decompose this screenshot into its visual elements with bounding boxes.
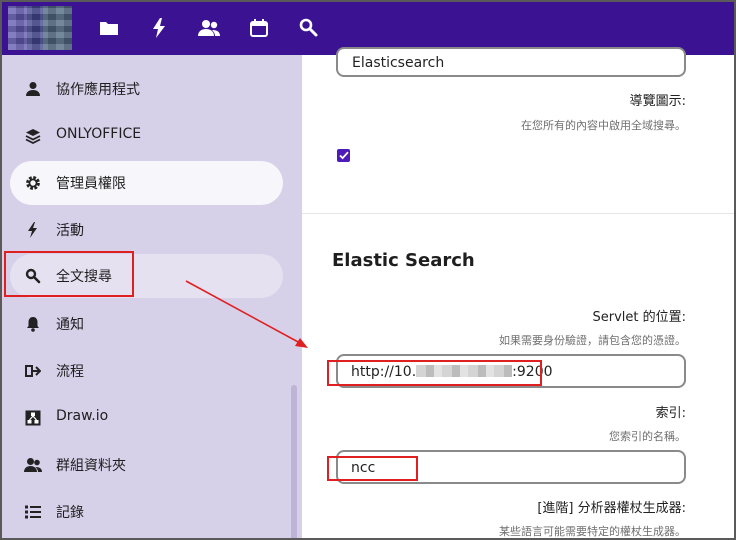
servlet-hint: 如果需要身份驗證，請包含您的憑證。 <box>499 334 686 347</box>
sidebar-item-label: 記錄 <box>56 505 84 521</box>
checkmark-icon <box>338 151 349 160</box>
sidebar-item-label: 群組資料夾 <box>56 458 126 474</box>
sidebar-scrollbar[interactable] <box>291 385 297 538</box>
sidebar-item-logging[interactable]: 記錄 <box>10 490 283 534</box>
sidebar-item-flow[interactable]: 流程 <box>10 349 283 393</box>
files-icon[interactable] <box>97 16 121 40</box>
sidebar-item-label: 流程 <box>56 364 84 380</box>
group-icon <box>24 456 42 474</box>
bell-icon <box>24 315 42 333</box>
sidebar-item-admin-privileges[interactable]: 管理員權限 <box>10 161 283 205</box>
sidebar-item-activity[interactable]: 活動 <box>10 208 283 252</box>
sidebar-item-label: 協作應用程式 <box>56 82 140 98</box>
gear-icon <box>24 174 42 192</box>
navigation-icon-checkbox[interactable] <box>337 149 350 162</box>
logo[interactable] <box>8 6 72 50</box>
sidebar-item-collaborative-apps[interactable]: 協作應用程式 <box>10 67 283 111</box>
layers-icon <box>24 127 42 145</box>
sidebar-item-notifications[interactable]: 通知 <box>10 302 283 346</box>
sidebar-item-label: ONLYOFFICE <box>56 126 142 142</box>
contacts-icon[interactable] <box>197 16 221 40</box>
settings-sidebar: 協作應用程式 ONLYOFFICE 管理員權限 活動 全文搜尋 通知 流程 Dr… <box>2 55 302 538</box>
sidebar-item-label: Draw.io <box>56 408 109 424</box>
sidebar-item-label: 活動 <box>56 223 84 239</box>
index-label: 索引: <box>655 406 686 421</box>
navigation-icon-hint: 在您所有的內容中啟用全域搜尋。 <box>521 119 686 132</box>
sidebar-item-label: 管理員權限 <box>56 176 126 192</box>
search-platform-select[interactable]: Elasticsearch <box>336 47 686 77</box>
section-title: Elastic Search <box>332 250 475 271</box>
sidebar-item-drawio[interactable]: Draw.io <box>10 396 283 440</box>
flow-icon <box>24 362 42 380</box>
user-icon <box>24 80 42 98</box>
calendar-icon[interactable] <box>247 16 271 40</box>
search-platform-value: Elasticsearch <box>352 55 445 71</box>
sidebar-item-label: 通知 <box>56 317 84 333</box>
sidebar-item-group-folders[interactable]: 群組資料夾 <box>10 443 283 487</box>
navigation-icon-label: 導覽圖示: <box>629 94 686 109</box>
analyzer-tokenizer-hint: 某些語言可能需要特定的權杖生成器。 <box>499 525 686 538</box>
window-frame: 協作應用程式 ONLYOFFICE 管理員權限 活動 全文搜尋 通知 流程 Dr… <box>0 0 736 540</box>
section-divider <box>302 213 734 214</box>
activity-icon[interactable] <box>147 16 171 40</box>
sidebar-item-onlyoffice[interactable]: ONLYOFFICE <box>10 114 283 158</box>
annotation-box-sidebar <box>4 251 134 297</box>
search-icon[interactable] <box>297 16 321 40</box>
lightning-icon <box>24 221 42 239</box>
drawio-icon <box>24 409 42 427</box>
annotation-box-servlet <box>327 360 542 386</box>
list-icon <box>24 503 42 521</box>
index-hint: 您索引的名稱。 <box>609 430 686 443</box>
annotation-box-index <box>327 456 418 481</box>
analyzer-tokenizer-label: [進階] 分析器權杖生成器: <box>537 501 686 516</box>
servlet-label: Servlet 的位置: <box>592 310 686 325</box>
